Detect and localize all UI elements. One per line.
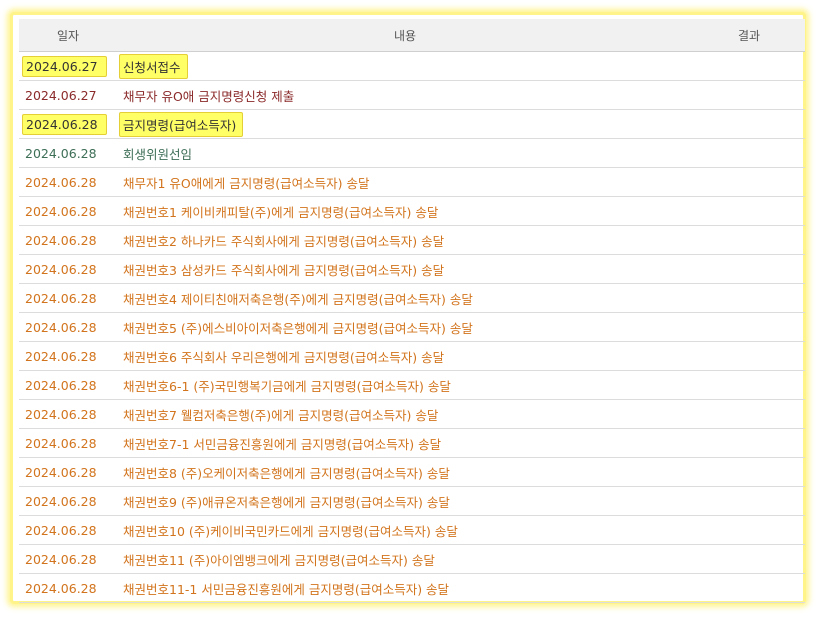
row-date: 2024.06.28 bbox=[19, 312, 117, 342]
row-result bbox=[693, 167, 805, 197]
row-result bbox=[693, 283, 805, 313]
row-content: 회생위원선임 bbox=[117, 138, 693, 168]
row-date: 2024.06.28 bbox=[19, 167, 117, 197]
row-result bbox=[693, 109, 805, 139]
row-result bbox=[693, 370, 805, 400]
row-date: 2024.06.28 bbox=[19, 486, 117, 516]
row-content: 채무자 유O애 금지명령신청 제출 bbox=[117, 80, 693, 110]
row-result bbox=[693, 457, 805, 487]
row-result bbox=[693, 196, 805, 226]
row-content: 채권번호9 (주)애큐온저축은행에게 금지명령(급여소득자) 송달 bbox=[117, 486, 693, 516]
case-progress-table: 일자 내용 결과 2024.06.27 신청서접수 2024.06.27 채무자… bbox=[19, 19, 805, 603]
table-row: 2024.06.28 회생위원선임 bbox=[19, 138, 805, 168]
table-row: 2024.06.28 채권번호2 하나카드 주식회사에게 금지명령(급여소득자)… bbox=[19, 225, 805, 255]
header-result: 결과 bbox=[693, 19, 805, 52]
table-row: 2024.06.28 금지명령(급여소득자) bbox=[19, 109, 805, 139]
row-result bbox=[693, 573, 805, 603]
row-result bbox=[693, 80, 805, 110]
row-content: 채권번호5 (주)에스비아이저축은행에게 금지명령(급여소득자) 송달 bbox=[117, 312, 693, 342]
row-date: 2024.06.28 bbox=[19, 341, 117, 371]
row-content: 채권번호3 삼성카드 주식회사에게 금지명령(급여소득자) 송달 bbox=[117, 254, 693, 284]
table-row: 2024.06.28 채권번호8 (주)오케이저축은행에게 금지명령(급여소득자… bbox=[19, 457, 805, 487]
row-content: 채무자1 유O애에게 금지명령(급여소득자) 송달 bbox=[117, 167, 693, 197]
row-content: 채권번호8 (주)오케이저축은행에게 금지명령(급여소득자) 송달 bbox=[117, 457, 693, 487]
row-date: 2024.06.28 bbox=[19, 254, 117, 284]
row-result bbox=[693, 341, 805, 371]
table-row: 2024.06.27 채무자 유O애 금지명령신청 제출 bbox=[19, 80, 805, 110]
table-row: 2024.06.28 채권번호1 케이비캐피탈(주)에게 금지명령(급여소득자)… bbox=[19, 196, 805, 226]
row-result bbox=[693, 312, 805, 342]
row-content: 채권번호7 웰컴저축은행(주)에게 금지명령(급여소득자) 송달 bbox=[117, 399, 693, 429]
row-date: 2024.06.27 bbox=[22, 55, 107, 77]
row-date: 2024.06.28 bbox=[19, 399, 117, 429]
row-content: 채권번호7-1 서민금융진흥원에게 금지명령(급여소득자) 송달 bbox=[117, 428, 693, 458]
row-date: 2024.06.28 bbox=[19, 225, 117, 255]
row-content: 채권번호6 주식회사 우리은행에게 금지명령(급여소득자) 송달 bbox=[117, 341, 693, 371]
row-date: 2024.06.28 bbox=[22, 113, 107, 135]
row-date-cell: 2024.06.28 bbox=[19, 109, 117, 139]
table-row: 2024.06.28 채권번호9 (주)애큐온저축은행에게 금지명령(급여소득자… bbox=[19, 486, 805, 516]
table-row: 2024.06.28 채권번호10 (주)케이비국민카드에게 금지명령(급여소득… bbox=[19, 515, 805, 545]
row-result bbox=[693, 486, 805, 516]
row-result bbox=[693, 225, 805, 255]
row-date: 2024.06.28 bbox=[19, 457, 117, 487]
table-row: 2024.06.28 채권번호11 (주)아이엠뱅크에게 금지명령(급여소득자)… bbox=[19, 544, 805, 574]
table-row: 2024.06.28 채권번호11-1 서민금융진흥원에게 금지명령(급여소득자… bbox=[19, 573, 805, 603]
table-row: 2024.06.28 채무자1 유O애에게 금지명령(급여소득자) 송달 bbox=[19, 167, 805, 197]
row-result bbox=[693, 51, 805, 81]
table-row: 2024.06.28 채권번호7 웰컴저축은행(주)에게 금지명령(급여소득자)… bbox=[19, 399, 805, 429]
row-content: 채권번호6-1 (주)국민행복기금에게 금지명령(급여소득자) 송달 bbox=[117, 370, 693, 400]
row-content: 금지명령(급여소득자) bbox=[119, 111, 244, 137]
table-row: 2024.06.28 채권번호4 제이티친애저축은행(주)에게 금지명령(급여소… bbox=[19, 283, 805, 313]
row-date: 2024.06.28 bbox=[19, 196, 117, 226]
row-content: 채권번호4 제이티친애저축은행(주)에게 금지명령(급여소득자) 송달 bbox=[117, 283, 693, 313]
row-content: 채권번호2 하나카드 주식회사에게 금지명령(급여소득자) 송달 bbox=[117, 225, 693, 255]
row-content: 채권번호10 (주)케이비국민카드에게 금지명령(급여소득자) 송달 bbox=[117, 515, 693, 545]
header-content: 내용 bbox=[117, 19, 693, 52]
row-date: 2024.06.28 bbox=[19, 283, 117, 313]
row-result bbox=[693, 138, 805, 168]
table-row: 2024.06.28 채권번호6 주식회사 우리은행에게 금지명령(급여소득자)… bbox=[19, 341, 805, 371]
row-content-cell: 금지명령(급여소득자) bbox=[117, 109, 693, 139]
row-content: 채권번호11-1 서민금융진흥원에게 금지명령(급여소득자) 송달 bbox=[117, 573, 693, 603]
table-row: 2024.06.28 채권번호6-1 (주)국민행복기금에게 금지명령(급여소득… bbox=[19, 370, 805, 400]
table-row: 2024.06.28 채권번호3 삼성카드 주식회사에게 금지명령(급여소득자)… bbox=[19, 254, 805, 284]
row-date: 2024.06.28 bbox=[19, 138, 117, 168]
row-content: 채권번호11 (주)아이엠뱅크에게 금지명령(급여소득자) 송달 bbox=[117, 544, 693, 574]
row-date: 2024.06.28 bbox=[19, 515, 117, 545]
progress-table-panel: 일자 내용 결과 2024.06.27 신청서접수 2024.06.27 채무자… bbox=[10, 12, 806, 604]
row-date: 2024.06.28 bbox=[19, 573, 117, 603]
header-date: 일자 bbox=[19, 19, 117, 52]
row-date-cell: 2024.06.27 bbox=[19, 51, 117, 81]
row-result bbox=[693, 515, 805, 545]
row-date: 2024.06.28 bbox=[19, 428, 117, 458]
row-date: 2024.06.28 bbox=[19, 370, 117, 400]
table-header-row: 일자 내용 결과 bbox=[19, 19, 805, 52]
row-content: 신청서접수 bbox=[119, 53, 188, 79]
table-row: 2024.06.28 채권번호5 (주)에스비아이저축은행에게 금지명령(급여소… bbox=[19, 312, 805, 342]
row-content-cell: 신청서접수 bbox=[117, 51, 693, 81]
table-row: 2024.06.28 채권번호7-1 서민금융진흥원에게 금지명령(급여소득자)… bbox=[19, 428, 805, 458]
row-result bbox=[693, 428, 805, 458]
row-result bbox=[693, 399, 805, 429]
row-date: 2024.06.27 bbox=[19, 80, 117, 110]
row-result bbox=[693, 254, 805, 284]
row-date: 2024.06.28 bbox=[19, 544, 117, 574]
row-result bbox=[693, 544, 805, 574]
row-content: 채권번호1 케이비캐피탈(주)에게 금지명령(급여소득자) 송달 bbox=[117, 196, 693, 226]
table-row: 2024.06.27 신청서접수 bbox=[19, 51, 805, 81]
